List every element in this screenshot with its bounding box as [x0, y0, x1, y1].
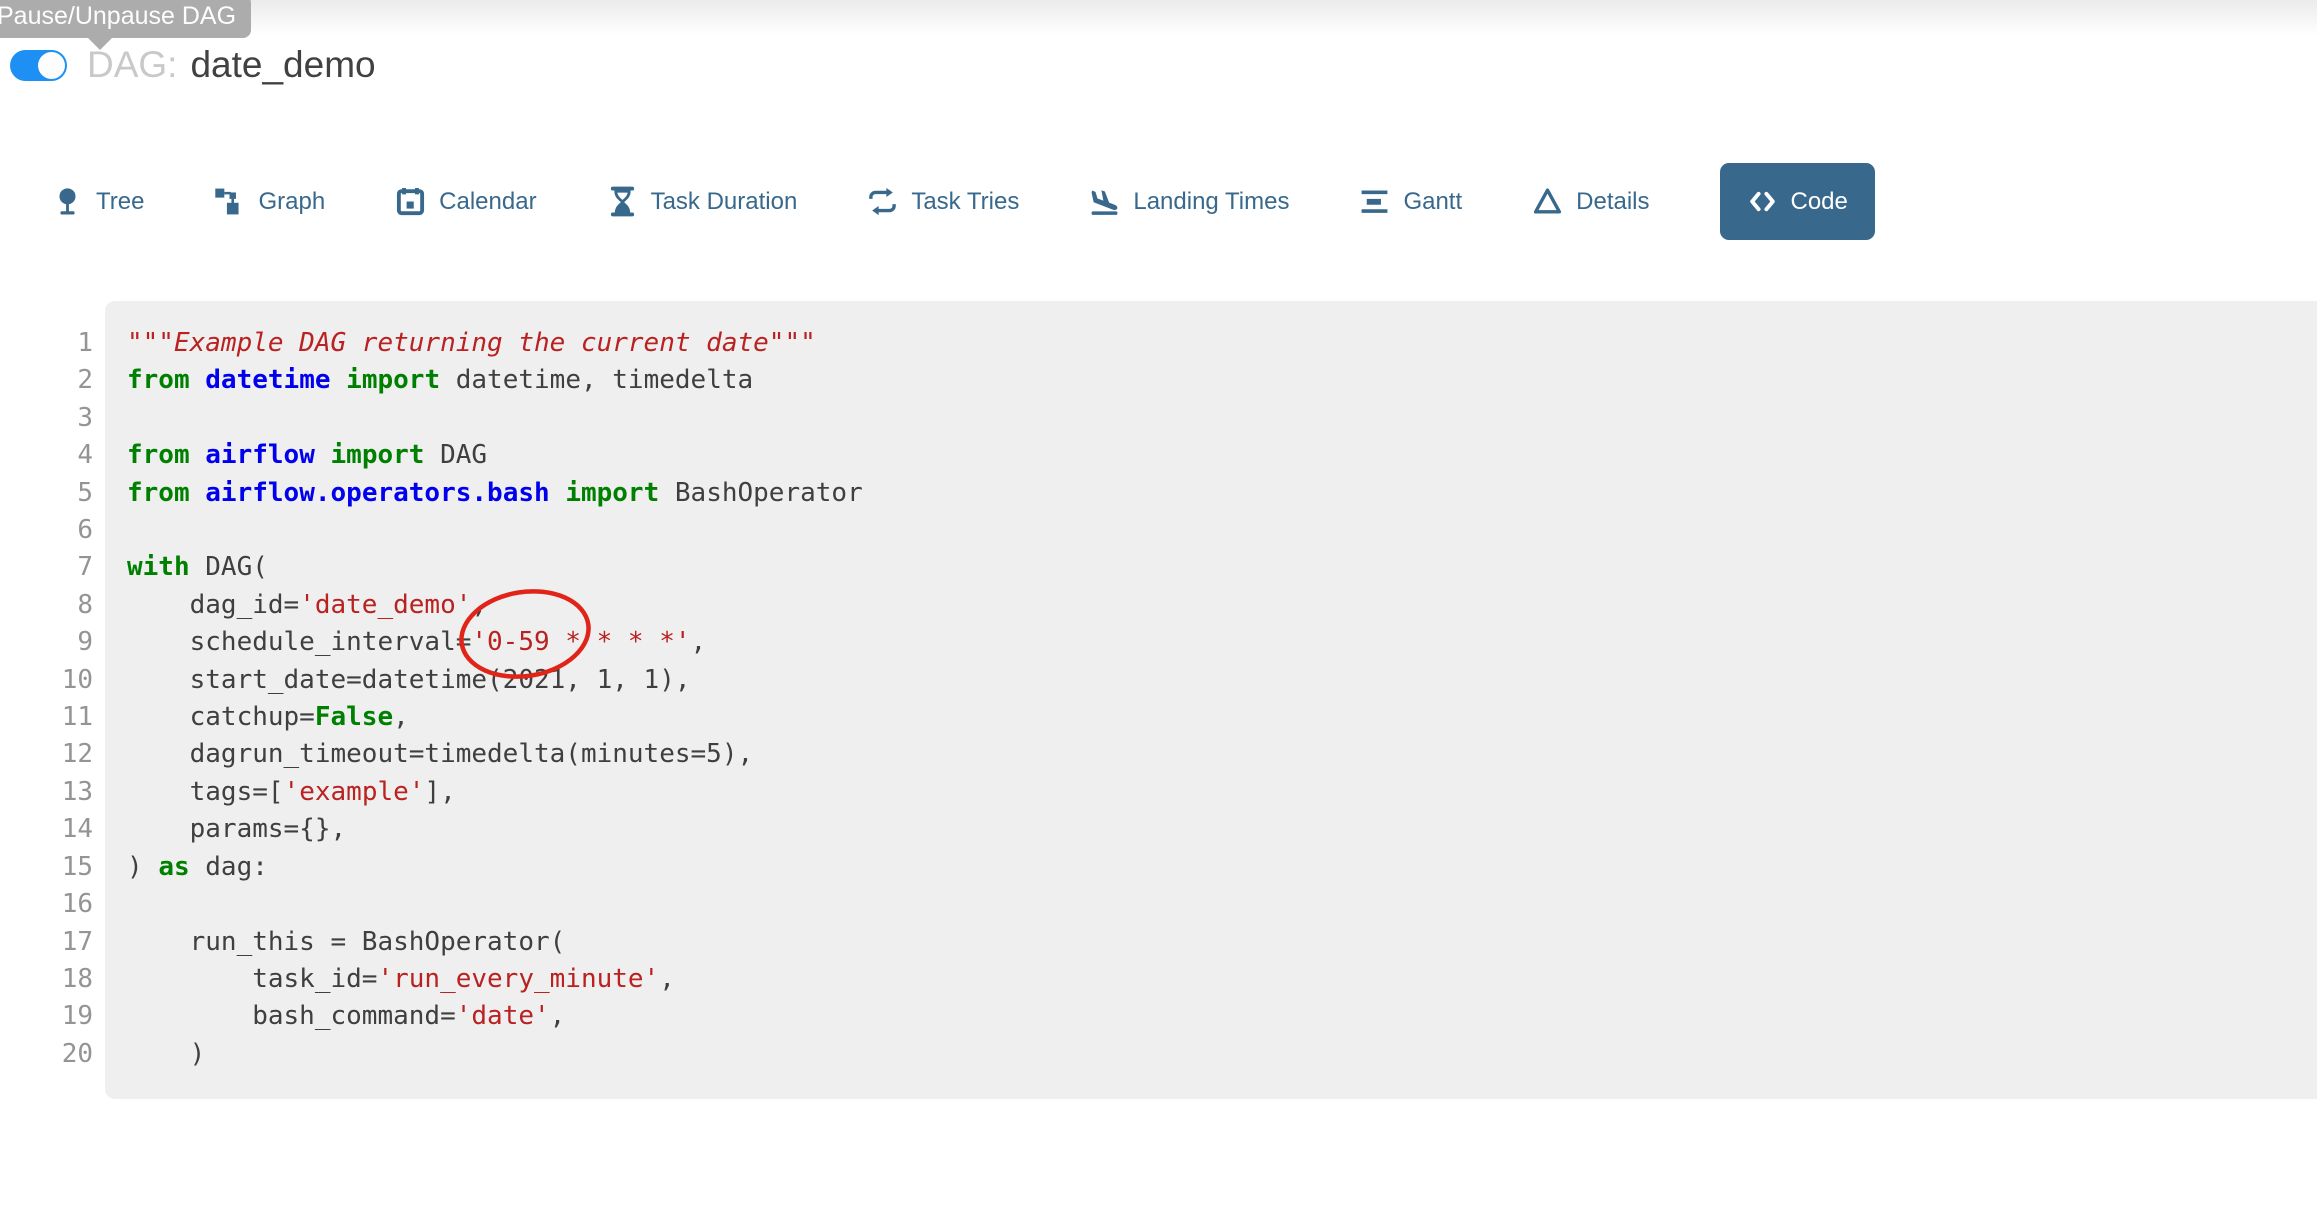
tab-label: Task Tries [911, 188, 1019, 216]
line-numbers: 1 2 3 4 5 6 7 8 9 10 11 12 13 14 15 16 1… [0, 301, 105, 1099]
toggle-knob [38, 52, 65, 79]
tab-calendar[interactable]: Calendar [395, 186, 536, 217]
triangle-icon [1532, 186, 1563, 217]
tab-label: Graph [258, 188, 325, 216]
page-title: DAG: date_demo [87, 44, 376, 86]
tab-task-duration[interactable]: Task Duration [607, 186, 798, 217]
gantt-icon [1359, 186, 1390, 217]
pause-toggle[interactable] [10, 50, 67, 81]
code-block: 1 2 3 4 5 6 7 8 9 10 11 12 13 14 15 16 1… [0, 301, 2317, 1099]
tab-label: Landing Times [1133, 188, 1289, 216]
dag-code-page: Pause/Unpause DAG DAG: date_demo Tree Gr… [0, 0, 2317, 1228]
dag-view-tabs: Tree Graph Calendar Task Duration Task T… [52, 163, 1875, 240]
top-fade-band [0, 0, 2317, 36]
hourglass-icon [607, 186, 638, 217]
tab-details[interactable]: Details [1532, 186, 1649, 217]
code-icon [1747, 186, 1778, 217]
tab-label: Tree [96, 188, 144, 216]
dag-header: DAG: date_demo [10, 44, 376, 86]
calendar-icon [395, 186, 426, 217]
tab-label: Task Duration [651, 188, 798, 216]
pause-tooltip-text: Pause/Unpause DAG [0, 2, 236, 30]
tooltip-arrow [88, 38, 112, 50]
tab-task-tries[interactable]: Task Tries [867, 186, 1019, 217]
tab-graph[interactable]: Graph [214, 186, 325, 217]
pause-tooltip: Pause/Unpause DAG [0, 0, 251, 38]
code-content: """Example DAG returning the current dat… [105, 301, 2317, 1099]
tab-gantt[interactable]: Gantt [1359, 186, 1462, 217]
tab-label: Details [1576, 188, 1649, 216]
tab-label: Calendar [439, 188, 536, 216]
tab-tree[interactable]: Tree [52, 186, 144, 217]
graph-icon [214, 186, 245, 217]
dag-title-prefix: DAG: [87, 44, 177, 86]
plane-landing-icon [1089, 186, 1120, 217]
tree-icon [52, 186, 83, 217]
tab-label: Code [1791, 188, 1848, 216]
repeat-icon [867, 186, 898, 217]
tab-landing-times[interactable]: Landing Times [1089, 186, 1289, 217]
tab-code[interactable]: Code [1720, 163, 1875, 240]
dag-code-view: 1 2 3 4 5 6 7 8 9 10 11 12 13 14 15 16 1… [0, 301, 2317, 1099]
dag-title-name: date_demo [190, 44, 375, 86]
tab-label: Gantt [1403, 188, 1462, 216]
